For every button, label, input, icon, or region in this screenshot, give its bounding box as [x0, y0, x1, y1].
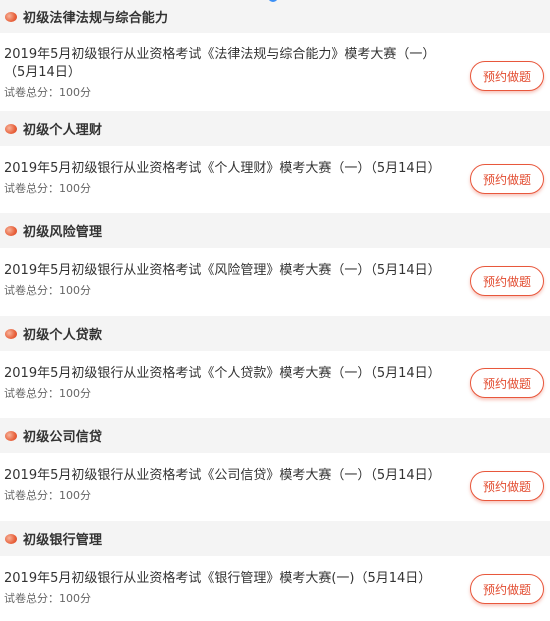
- exam-title[interactable]: 2019年5月初级银行从业资格考试《个人理财》模考大赛（一）（5月14日）: [4, 160, 441, 178]
- reserve-button[interactable]: 预约做题: [470, 61, 544, 91]
- exam-item: 2019年5月初级银行从业资格考试《个人理财》模考大赛（一）（5月14日） 试卷…: [0, 146, 550, 213]
- exam-title[interactable]: 2019年5月初级银行从业资格考试《法律法规与综合能力》模考大赛（一）（5月14…: [4, 46, 440, 82]
- section-title: 初级法律法规与综合能力: [23, 11, 169, 26]
- section-title: 初级风险管理: [23, 225, 103, 240]
- exam-total-score: 试卷总分：100分: [4, 86, 91, 99]
- exam-item: 2019年5月初级银行从业资格考试《个人贷款》模考大赛（一）（5月14日） 试卷…: [0, 351, 550, 418]
- exam-item: 2019年5月初级银行从业资格考试《公司信贷》模考大赛（一）（5月14日） 试卷…: [0, 453, 550, 521]
- section-header: 初级法律法规与综合能力: [0, 0, 550, 33]
- section-title: 初级公司信贷: [23, 430, 103, 445]
- exam-title[interactable]: 2019年5月初级银行从业资格考试《风险管理》模考大赛（一）（5月14日）: [4, 262, 441, 280]
- reserve-button[interactable]: 预约做题: [470, 368, 544, 398]
- exam-total-score: 试卷总分：100分: [4, 284, 91, 297]
- bullet-icon: [5, 11, 17, 22]
- exam-title[interactable]: 2019年5月初级银行从业资格考试《个人贷款》模考大赛（一）（5月14日）: [4, 365, 441, 383]
- section-header: 初级个人贷款: [0, 316, 550, 351]
- exam-item: 2019年5月初级银行从业资格考试《银行管理》模考大赛(一)（5月14日） 试卷…: [0, 556, 550, 621]
- exam-total-score: 试卷总分：100分: [4, 387, 91, 400]
- bullet-icon: [5, 533, 17, 544]
- bullet-icon: [5, 225, 17, 236]
- exam-item: 2019年5月初级银行从业资格考试《风险管理》模考大赛（一）（5月14日） 试卷…: [0, 248, 550, 316]
- reserve-button[interactable]: 预约做题: [470, 471, 544, 501]
- exam-title[interactable]: 2019年5月初级银行从业资格考试《银行管理》模考大赛(一)（5月14日）: [4, 570, 440, 588]
- section-header: 初级公司信贷: [0, 418, 550, 453]
- reserve-button[interactable]: 预约做题: [470, 164, 544, 194]
- exam-item: 2019年5月初级银行从业资格考试《法律法规与综合能力》模考大赛（一）（5月14…: [0, 33, 550, 111]
- bullet-icon: [5, 430, 17, 441]
- exam-title[interactable]: 2019年5月初级银行从业资格考试《公司信贷》模考大赛（一）（5月14日）: [4, 467, 441, 485]
- exam-list-page: 初级法律法规与综合能力 2019年5月初级银行从业资格考试《法律法规与综合能力》…: [0, 0, 550, 621]
- section-title: 初级个人理财: [23, 123, 103, 138]
- exam-total-score: 试卷总分：100分: [4, 489, 91, 502]
- section-title: 初级个人贷款: [23, 328, 103, 343]
- section-header: 初级风险管理: [0, 213, 550, 248]
- exam-total-score: 试卷总分：100分: [4, 592, 91, 605]
- reserve-button[interactable]: 预约做题: [470, 574, 544, 604]
- section-title: 初级银行管理: [23, 533, 103, 548]
- section-header: 初级个人理财: [0, 111, 550, 146]
- bullet-icon: [5, 123, 17, 134]
- section-header: 初级银行管理: [0, 521, 550, 556]
- reserve-button[interactable]: 预约做题: [470, 266, 544, 296]
- bullet-icon: [5, 328, 17, 339]
- exam-total-score: 试卷总分：100分: [4, 182, 91, 195]
